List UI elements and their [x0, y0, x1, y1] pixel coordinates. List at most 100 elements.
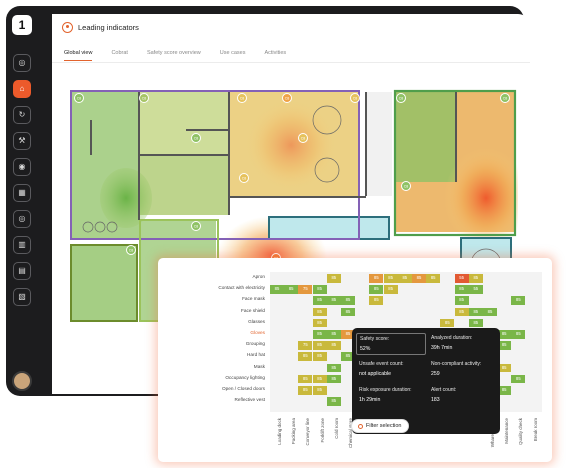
zone-east-green — [396, 92, 456, 182]
target-icon[interactable]: ◎ — [13, 210, 31, 228]
filter-selection-label: Filter selection — [366, 423, 402, 429]
heatmap-cell[interactable]: 85 — [369, 274, 384, 283]
tooltip-metric-label: Safety score: — [360, 336, 390, 342]
heatmap-cell[interactable]: 85 — [312, 296, 327, 305]
heatmap-cell[interactable]: 85 — [326, 341, 341, 350]
heatmap-column-label: Forklift zone — [319, 418, 325, 443]
heatmap-cell[interactable]: 85 — [326, 330, 341, 339]
heatmap-cell[interactable]: 85 — [312, 318, 327, 328]
heatmap-cell[interactable]: 55 — [468, 285, 483, 294]
heatmap-column-label: Quality check — [518, 418, 524, 446]
heatmap-row-label: Glasses — [248, 318, 265, 324]
heatmap-cell[interactable]: 85 — [326, 397, 341, 406]
heatmap-row-label: Mask — [253, 363, 265, 369]
dashboard-icon[interactable]: ◎ — [13, 54, 31, 72]
heatmap-cell[interactable]: 85 — [284, 285, 299, 294]
heatmap-cell[interactable]: 85 — [326, 374, 341, 384]
heatmap-cell[interactable]: 85 — [312, 341, 327, 350]
heatmap-cell[interactable]: 85 — [298, 374, 313, 384]
heatmap-cell[interactable]: 85 — [426, 274, 441, 283]
heatmap-row-label: Face shield — [241, 307, 265, 313]
zone-marker-label: C8 — [242, 176, 247, 180]
zone-marker-label: C8 — [353, 96, 358, 100]
heatmap-column-label: Loading dock — [277, 418, 282, 445]
hammer-icon[interactable]: ⚒ — [13, 132, 31, 150]
zone-marker-label: C8 — [129, 248, 134, 252]
zone-marker-label: C8 — [404, 184, 409, 188]
heatmap-row-label: Open / Closed doors — [222, 386, 265, 391]
heatmap-cell[interactable]: 85 — [454, 307, 469, 317]
heatmap-cell[interactable]: 85 — [369, 296, 384, 305]
heatmap-cell[interactable]: 75 — [298, 341, 313, 350]
heatmap-cell[interactable]: 85 — [326, 363, 341, 373]
tooltip-metric: Alert count: 183 — [428, 385, 498, 407]
user-avatar[interactable] — [12, 371, 32, 391]
heatmap-cell[interactable]: 85 — [369, 285, 384, 294]
heatmap-cell[interactable]: 85 — [511, 374, 526, 384]
heatmap-cell[interactable]: 85 — [383, 274, 398, 283]
heatmap-cell[interactable]: 85 — [440, 318, 455, 328]
heatmap-row-label: Hard hat — [247, 352, 265, 358]
tooltip-metric-value: 39h 7min — [431, 345, 453, 351]
heatmap-cell[interactable]: 85 — [454, 296, 469, 305]
zone-marker-label: C8 — [77, 96, 82, 100]
heatmap-cell[interactable]: 85 — [312, 352, 327, 361]
app-logo[interactable]: 1 — [12, 15, 32, 35]
home-icon[interactable]: ⌂ — [13, 80, 31, 98]
zone-mid — [139, 155, 229, 215]
heatmap-row-label: Grouping — [245, 341, 265, 347]
heatmap-cell[interactable]: 85 — [468, 318, 483, 328]
buildings-icon[interactable]: ▥ — [13, 236, 31, 254]
heatmap-cell[interactable]: 85 — [312, 285, 327, 294]
heatmap-cell[interactable]: 85 — [341, 296, 355, 305]
heatmap-cell[interactable]: 55 — [454, 274, 469, 283]
tab-activities[interactable]: Activities — [264, 50, 286, 61]
heatmap-cell[interactable]: 85 — [312, 307, 327, 317]
divider — [52, 62, 530, 63]
heatmap-cell[interactable]: 85 — [326, 296, 341, 305]
chart-icon[interactable]: ▦ — [13, 184, 31, 202]
zone-marker-label: C8 — [194, 136, 199, 140]
report-icon[interactable]: ▧ — [13, 288, 31, 306]
heatmap-cell[interactable]: 85 — [298, 386, 313, 395]
heatmap-cell[interactable]: 85 — [312, 330, 327, 339]
zone-marker-label: C8 — [503, 96, 508, 100]
heatmap-cell[interactable]: 85 — [270, 285, 284, 294]
zone-north — [139, 92, 229, 155]
tab-safety-score-overview[interactable]: Safety score overview — [147, 50, 201, 61]
zone-marker-label: C8 — [194, 224, 199, 228]
heatmap-cell[interactable]: 85 — [326, 274, 341, 283]
heatmap-cell[interactable]: 85 — [397, 274, 412, 283]
tooltip-metric-label: Analyzed duration: — [431, 335, 473, 341]
zone-marker-label: C8 — [142, 96, 147, 100]
corridor — [366, 92, 392, 196]
heatmap-cell[interactable]: 85 — [383, 285, 398, 294]
heatmap-card: Apron Contact with electricity Face mask Fa… — [158, 258, 552, 462]
tab-use-cases[interactable]: Use cases — [220, 50, 246, 61]
heatmap-row-label: Apron — [252, 274, 265, 279]
heatmap-cell[interactable]: 85 — [483, 307, 497, 317]
heatmap-cell[interactable]: 85 — [454, 285, 469, 294]
heatmap-cell[interactable]: 85 — [312, 374, 327, 384]
heatmap-cell[interactable]: 85 — [468, 274, 483, 283]
tab-global-view[interactable]: Global view — [64, 50, 93, 61]
tooltip-metric-label: Unsafe event count: — [359, 361, 404, 367]
page-header: Leading indicators — [62, 20, 139, 34]
heatmap-cell[interactable]: 85 — [341, 307, 355, 317]
zone-marker-label: C8 — [285, 96, 290, 100]
heatmap-cell[interactable]: 85 — [468, 307, 483, 317]
heatmap-cell[interactable]: 85 — [511, 330, 526, 339]
zone-marker-label: C8 — [301, 136, 306, 140]
heatmap-cell[interactable]: 85 — [312, 386, 327, 395]
globe-icon[interactable]: ◉ — [13, 158, 31, 176]
heatmap-cell[interactable]: 85 — [412, 274, 426, 283]
heatmap-cell[interactable]: 85 — [298, 352, 313, 361]
heatmap-cell[interactable]: 85 — [511, 296, 526, 305]
heatmap-row-label: Gloves — [250, 330, 265, 335]
heatmap-cell[interactable]: 75 — [298, 285, 313, 294]
filter-selection-button[interactable]: Filter selection — [352, 420, 409, 432]
tab-cobrat[interactable]: Cobrat — [111, 50, 128, 61]
tooltip-metric-value: not applicable — [359, 371, 392, 377]
refresh-icon[interactable]: ↻ — [13, 106, 31, 124]
document-icon[interactable]: ▤ — [13, 262, 31, 280]
